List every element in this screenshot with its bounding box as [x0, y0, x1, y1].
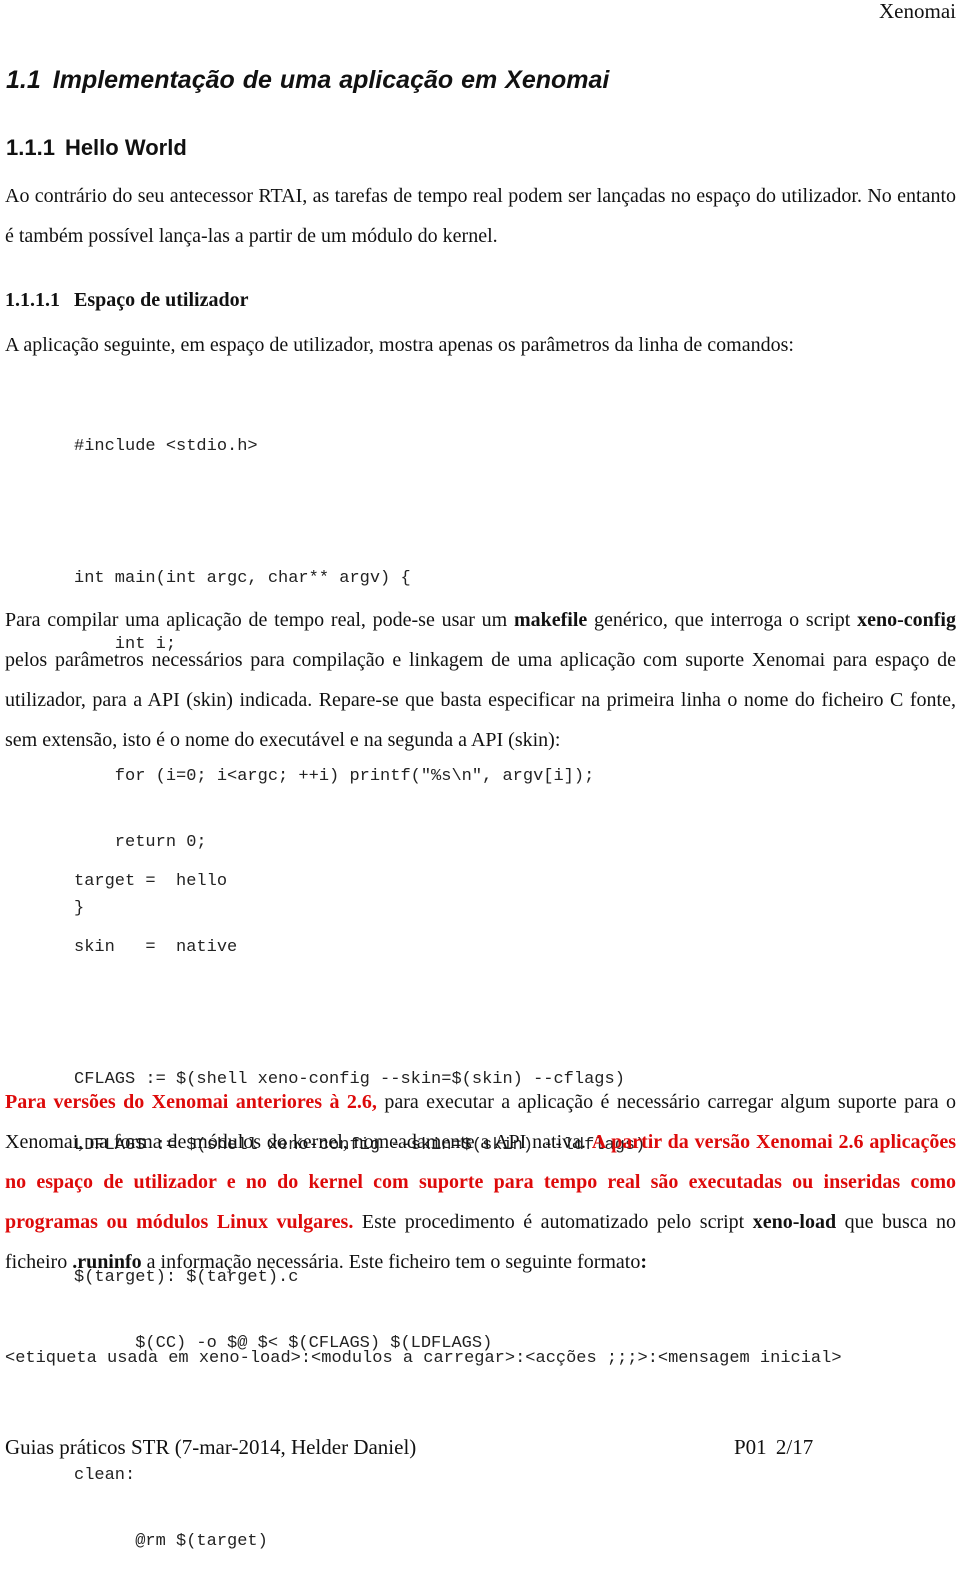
page-number: P01 2/17 — [734, 1435, 814, 1459]
intro-paragraph: Ao contrário do seu antecessor RTAI, as … — [5, 185, 956, 247]
subsection-title: Hello World — [64, 135, 187, 160]
code-line: for (i=0; i<argc; ++i) printf("%s\n", ar… — [74, 767, 595, 786]
runinfo-format-line: <etiqueta usada em xeno-load>:<modulos a… — [5, 1349, 842, 1368]
footer-left: Guias práticos STR (7-mar-2014, Helder D… — [5, 1435, 417, 1459]
keyword-xeno-load: xeno-load — [752, 1211, 837, 1233]
code-line: target = hello — [74, 872, 228, 891]
code-line: clean: — [74, 1466, 136, 1485]
keyword-xeno-config: xeno-config — [857, 609, 956, 631]
text-run: Este procedimento é automatizado pelo sc… — [353, 1211, 753, 1233]
section-heading: 1.1 Implementação de uma aplicação em Xen… — [6, 63, 609, 97]
text-run: pelos parâmetros necessários para compil… — [5, 649, 956, 751]
code-line: int main(int argc, char** argv) { — [74, 569, 411, 588]
keyword-runinfo: .runinfo — [72, 1251, 142, 1273]
subsubsection-number: 1.1.1.1 — [5, 289, 60, 311]
code-line: skin = native — [74, 938, 238, 957]
text-run: a informação necessária. Este ficheiro t… — [141, 1251, 641, 1273]
text-run: genérico, que interroga o script — [587, 609, 858, 631]
compile-paragraph: Para compilar uma aplicação de tempo rea… — [5, 600, 956, 760]
subsection-number: 1.1.1 — [6, 135, 55, 160]
keyword-makefile: makefile — [513, 609, 588, 631]
running-header: Xenomai — [879, 0, 956, 23]
colon: : — [640, 1251, 648, 1273]
text-run: Para compilar uma aplicação de tempo rea… — [5, 609, 514, 631]
highlight-red-text: Para versões do Xenomai anteriores à 2.6… — [5, 1091, 377, 1113]
subsection-heading: 1.1.1 Hello World — [6, 133, 187, 163]
app-intro-paragraph: A aplicação seguinte, em espaço de utili… — [5, 334, 794, 356]
versions-paragraph: Para versões do Xenomai anteriores à 2.6… — [5, 1082, 956, 1282]
subsubsection-title: Espaço de utilizador — [74, 289, 249, 311]
section-number: 1.1 — [6, 66, 41, 94]
subsubsection-heading: 1.1.1.1 Espaço de utilizador — [5, 285, 248, 315]
code-line: @rm $(target) — [74, 1532, 268, 1551]
section-title: Implementação de uma aplicação em Xenoma… — [52, 66, 610, 94]
code-line: #include <stdio.h> — [74, 437, 258, 456]
